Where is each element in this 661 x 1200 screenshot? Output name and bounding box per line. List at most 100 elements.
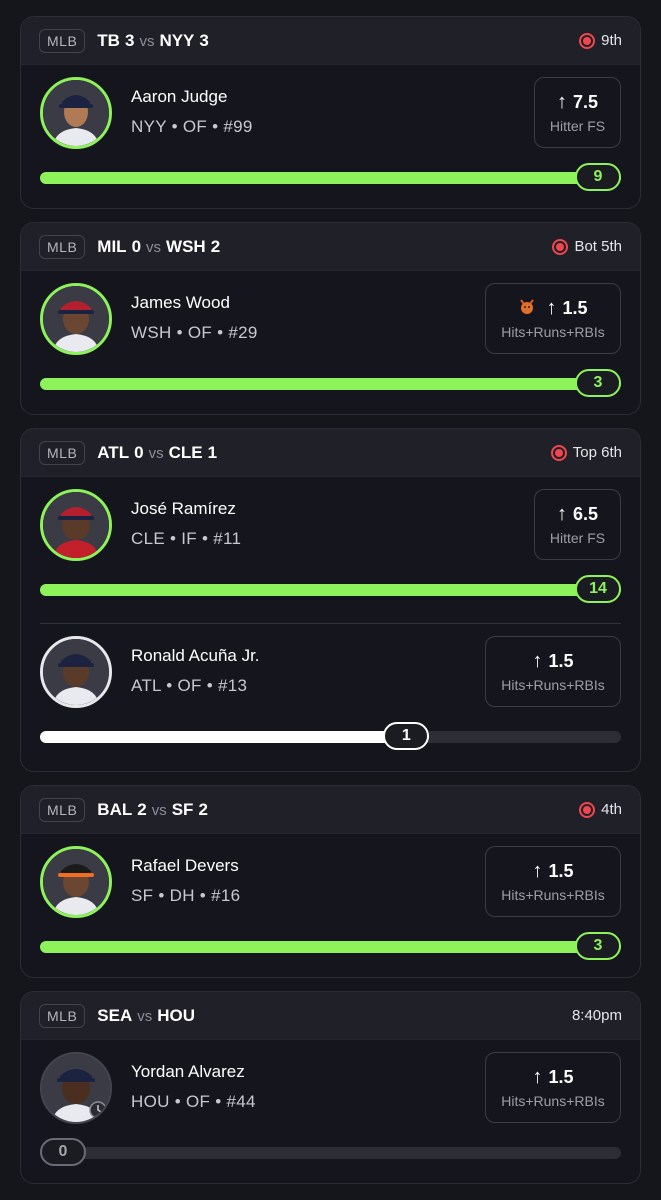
vs-label: vs bbox=[139, 32, 155, 50]
player-name: Ronald Acuña Jr. bbox=[131, 646, 260, 665]
game-header: MLB MIL 0 vs WSH 2 Bot 5th bbox=[21, 223, 640, 271]
player-headshot-icon bbox=[40, 77, 112, 149]
prop-stat-label: Hitter FS bbox=[549, 118, 606, 134]
game-status: Bot 5th bbox=[552, 238, 622, 255]
player-meta: CLE • IF • #11 bbox=[131, 529, 242, 548]
game-status: 4th bbox=[579, 801, 622, 818]
away-team: ATL bbox=[97, 442, 130, 462]
player-row[interactable]: Ronald Acuña Jr. ATL • OF • #13 ↑ 1.5 Hi… bbox=[21, 624, 640, 771]
home-team: WSH bbox=[166, 236, 206, 256]
progress-value-bubble: 9 bbox=[575, 163, 621, 191]
live-indicator-icon bbox=[579, 801, 596, 818]
prop-stat-label: Hits+Runs+RBIs bbox=[501, 887, 605, 903]
progress-fill bbox=[40, 378, 621, 390]
player-headshot-icon bbox=[40, 489, 112, 561]
prop-stat-label: Hitter FS bbox=[549, 530, 606, 546]
player-row[interactable]: José Ramírez CLE • IF • #11 ↑ 6.5 Hitter… bbox=[21, 477, 640, 623]
prop-line-value: 7.5 bbox=[572, 92, 599, 112]
prop-line-box[interactable]: ↑ 1.5 Hits+Runs+RBIs bbox=[485, 846, 621, 917]
arrow-up-icon: ↑ bbox=[556, 503, 567, 525]
prop-stat-label: Hits+Runs+RBIs bbox=[501, 1093, 605, 1109]
player-row[interactable]: Aaron Judge NYY • OF • #99 ↑ 7.5 Hitter … bbox=[21, 65, 640, 208]
progress-track: 9 bbox=[40, 163, 621, 191]
home-team: HOU bbox=[157, 1005, 196, 1025]
away-team: BAL bbox=[97, 799, 133, 819]
live-indicator-icon bbox=[579, 32, 596, 49]
prop-line: ↑ 7.5 bbox=[557, 91, 598, 114]
progress-fill bbox=[40, 731, 430, 743]
progress-value-bubble: 3 bbox=[575, 932, 621, 960]
player-row[interactable]: Yordan Alvarez HOU • OF • #44 ↑ 1.5 Hits… bbox=[21, 1040, 640, 1183]
status-text: Bot 5th bbox=[574, 238, 622, 255]
player-meta: ATL • OF • #13 bbox=[131, 676, 248, 695]
status-text: Top 6th bbox=[572, 444, 622, 461]
arrow-up-icon: ↑ bbox=[532, 860, 543, 882]
progress-track: 0 bbox=[40, 1138, 621, 1166]
devil-icon bbox=[518, 297, 536, 320]
prop-line-box[interactable]: ↑ 6.5 Hitter FS bbox=[534, 489, 621, 560]
vs-label: vs bbox=[137, 1007, 153, 1025]
progress-track: 3 bbox=[40, 932, 621, 960]
arrow-up-icon: ↑ bbox=[532, 650, 543, 672]
player-headshot-icon bbox=[40, 283, 112, 355]
prop-line-box[interactable]: ↑ 1.5 Hits+Runs+RBIs bbox=[485, 283, 621, 354]
matchup: MIL 0 vs WSH 2 bbox=[97, 237, 220, 257]
progress-fill bbox=[40, 584, 621, 596]
prop-line: ↑ 1.5 bbox=[518, 297, 588, 320]
matchup: SEA vs HOU bbox=[97, 1006, 195, 1026]
home-score: 3 bbox=[199, 30, 209, 50]
game-header: MLB ATL 0 vs CLE 1 Top 6th bbox=[21, 429, 640, 477]
prop-line: ↑ 1.5 bbox=[532, 860, 573, 883]
player-name: Aaron Judge bbox=[131, 87, 228, 106]
prop-line-box[interactable]: ↑ 1.5 Hits+Runs+RBIs bbox=[485, 1052, 621, 1123]
game-status: Top 6th bbox=[550, 444, 622, 461]
player-name: James Wood bbox=[131, 293, 230, 312]
game-card-sea-hou[interactable]: MLB SEA vs HOU 8:40pm Yordan Alvarez HOU… bbox=[20, 991, 641, 1184]
progress-value-bubble: 1 bbox=[383, 722, 430, 750]
prop-line-value: 6.5 bbox=[572, 504, 599, 524]
player-meta: WSH • OF • #29 bbox=[131, 323, 258, 342]
progress-track: 14 bbox=[40, 575, 621, 603]
home-team: SF bbox=[171, 799, 194, 819]
arrow-up-icon: ↑ bbox=[556, 91, 567, 113]
away-team: TB bbox=[97, 30, 120, 50]
game-card-tb-nyy[interactable]: MLB TB 3 vs NYY 3 9th Aaron Judge NYY • … bbox=[20, 16, 641, 209]
progress-fill bbox=[40, 941, 621, 953]
start-time: 8:40pm bbox=[571, 1007, 622, 1024]
vs-label: vs bbox=[151, 801, 167, 819]
player-headshot-icon bbox=[40, 1052, 112, 1124]
live-indicator-icon bbox=[552, 238, 569, 255]
vs-label: vs bbox=[148, 444, 164, 462]
player-row[interactable]: Rafael Devers SF • DH • #16 ↑ 1.5 Hits+R… bbox=[21, 834, 640, 977]
away-score: 0 bbox=[131, 236, 142, 256]
player-headshot-icon bbox=[40, 846, 112, 918]
league-badge: MLB bbox=[39, 440, 86, 465]
away-team: SEA bbox=[97, 1005, 133, 1025]
player-headshot-icon bbox=[40, 636, 112, 708]
player-row[interactable]: James Wood WSH • OF • #29 ↑ 1.5 Hits+Run… bbox=[21, 271, 640, 414]
game-card-mil-wsh[interactable]: MLB MIL 0 vs WSH 2 Bot 5th James Wood WS… bbox=[20, 222, 641, 415]
league-badge: MLB bbox=[39, 234, 86, 259]
game-card-atl-cle[interactable]: MLB ATL 0 vs CLE 1 Top 6th José Ramírez … bbox=[20, 428, 641, 772]
game-header: MLB SEA vs HOU 8:40pm bbox=[21, 992, 640, 1040]
prop-stat-label: Hits+Runs+RBIs bbox=[501, 677, 605, 693]
player-meta: NYY • OF • #99 bbox=[131, 117, 253, 136]
away-score: 3 bbox=[124, 30, 135, 50]
away-score: 2 bbox=[137, 799, 147, 819]
away-score: 0 bbox=[134, 442, 144, 462]
prop-line-box[interactable]: ↑ 1.5 Hits+Runs+RBIs bbox=[485, 636, 621, 707]
game-card-bal-sf[interactable]: MLB BAL 2 vs SF 2 4th Rafael Devers SF •… bbox=[20, 785, 641, 978]
prop-line-value: 1.5 bbox=[548, 1067, 574, 1087]
home-score: 2 bbox=[198, 799, 208, 819]
prop-line-box[interactable]: ↑ 7.5 Hitter FS bbox=[534, 77, 621, 148]
prop-stat-label: Hits+Runs+RBIs bbox=[501, 324, 605, 340]
home-score: 2 bbox=[210, 236, 221, 256]
matchup: TB 3 vs NYY 3 bbox=[97, 31, 209, 51]
player-name: José Ramírez bbox=[131, 499, 236, 518]
prop-line-value: 1.5 bbox=[548, 651, 574, 671]
progress-track: 3 bbox=[40, 369, 621, 397]
progress-value-bubble: 14 bbox=[575, 575, 621, 603]
away-team: MIL bbox=[97, 236, 127, 256]
prop-line: ↑ 1.5 bbox=[532, 1066, 573, 1089]
progress-fill bbox=[40, 172, 621, 184]
